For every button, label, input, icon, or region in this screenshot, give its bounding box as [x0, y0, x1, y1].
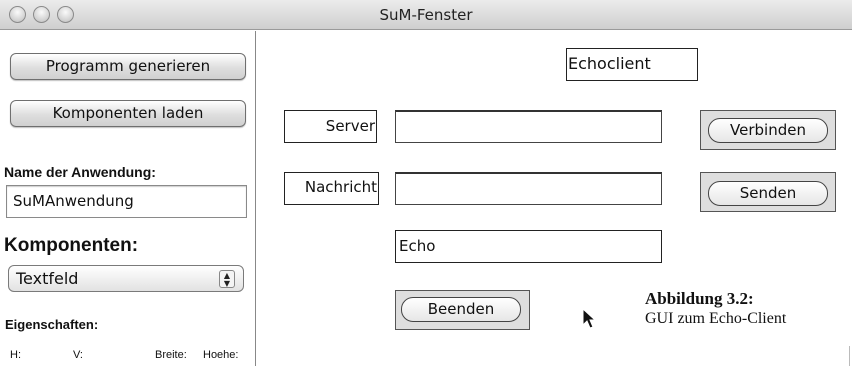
- quit-button[interactable]: Beenden: [401, 297, 521, 322]
- message-input[interactable]: [395, 172, 662, 205]
- server-label: Server: [325, 117, 375, 135]
- components-label: Komponenten:: [4, 235, 139, 256]
- send-button[interactable]: Senden: [708, 181, 828, 206]
- mouse-cursor-icon: [582, 308, 597, 329]
- prop-h-label: H:: [10, 349, 21, 361]
- generate-program-button[interactable]: Programm generieren: [10, 53, 246, 80]
- app-name-label: Name der Anwendung:: [4, 164, 156, 180]
- caption-title: Abbildung 3.2:: [645, 289, 754, 308]
- window-title: SuM-Fenster: [379, 6, 473, 24]
- server-input[interactable]: [395, 110, 662, 143]
- prop-height-label: Hoehe:: [203, 349, 239, 361]
- message-label: Nachricht: [304, 178, 377, 196]
- components-select[interactable]: Textfeld ▲ ▼: [8, 265, 244, 292]
- load-components-button[interactable]: Komponenten laden: [10, 100, 246, 127]
- prop-v-label: V:: [73, 349, 83, 361]
- window-edge: [849, 346, 850, 366]
- app-name-value: SuMAnwendung: [13, 192, 134, 210]
- panel-divider: [255, 31, 256, 366]
- title-bar: SuM-Fenster: [0, 0, 852, 30]
- prop-width-label: Breite:: [155, 349, 187, 361]
- chevron-up-down-icon: ▲ ▼: [219, 270, 235, 288]
- components-selected-value: Textfeld: [16, 269, 79, 288]
- figure-caption: Abbildung 3.2: GUI zum Echo-Client: [645, 289, 786, 329]
- properties-label: Eigenschaften:: [5, 317, 99, 332]
- echoclient-title: Echoclient: [568, 54, 651, 73]
- echo-output-value: Echo: [399, 237, 436, 255]
- connect-button[interactable]: Verbinden: [708, 118, 828, 143]
- caption-subtitle: GUI zum Echo-Client: [645, 310, 787, 327]
